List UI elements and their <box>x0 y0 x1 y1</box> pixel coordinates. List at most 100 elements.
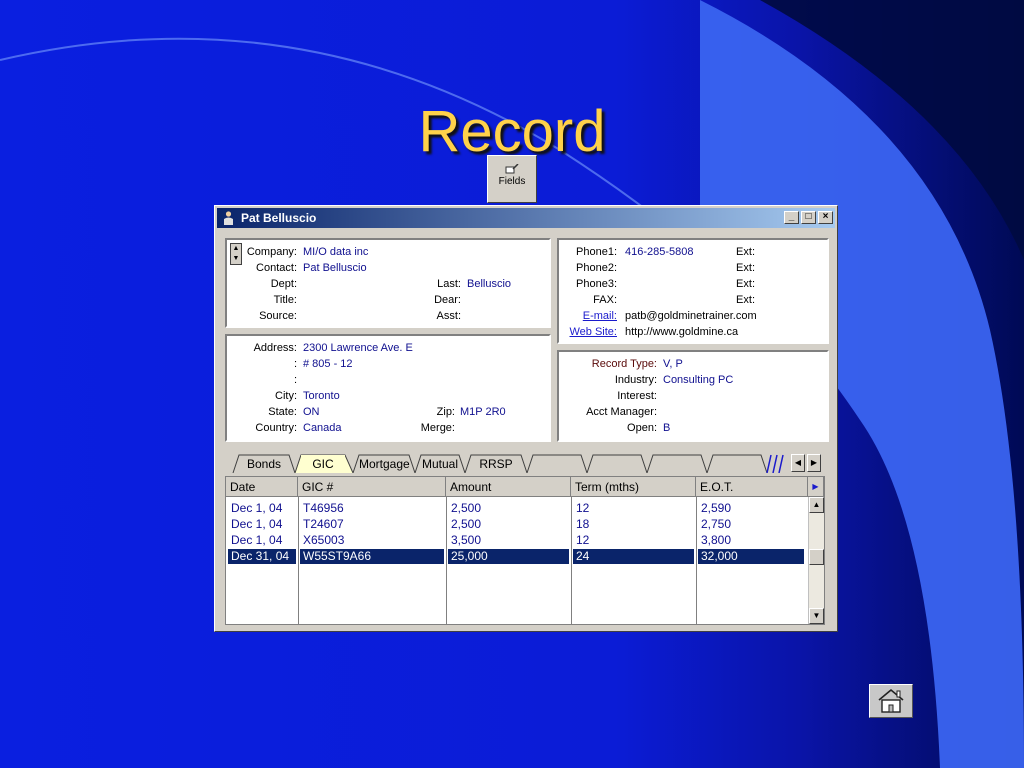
table-cell[interactable]: 18 <box>573 517 694 532</box>
column-divider <box>298 497 299 624</box>
tab-mutual[interactable]: Mutual <box>421 455 459 473</box>
table-cell[interactable]: 3,500 <box>448 533 569 548</box>
window-titlebar[interactable]: Pat Belluscio _ □ × <box>217 208 835 228</box>
table-cell[interactable]: 2,750 <box>698 517 804 532</box>
ext1-label: Ext: <box>736 246 755 258</box>
asst-label: Asst: <box>436 310 461 322</box>
fax-label: FAX: <box>593 294 617 306</box>
contact-value[interactable]: Pat Belluscio <box>303 262 367 274</box>
record-type-value[interactable]: V, P <box>663 358 683 370</box>
website-link[interactable]: Web Site: <box>570 326 618 338</box>
fields-icon <box>505 164 519 174</box>
last-value[interactable]: Belluscio <box>467 278 511 290</box>
table-cell[interactable]: T46956 <box>300 501 444 516</box>
column-divider <box>571 497 572 624</box>
city-label: City: <box>275 390 297 402</box>
column-divider <box>446 497 447 624</box>
header-date[interactable]: Date <box>226 477 298 497</box>
table-cell[interactable]: 2,590 <box>698 501 804 516</box>
phone1-label: Phone1: <box>576 246 617 258</box>
industry-label: Industry: <box>614 374 657 386</box>
maximize-button[interactable]: □ <box>801 211 816 224</box>
phone2-label: Phone2: <box>576 262 617 274</box>
fields-button[interactable]: Fields <box>487 155 537 203</box>
company-value[interactable]: MI/O data inc <box>303 246 368 258</box>
address3-label: : <box>293 374 297 386</box>
scroll-up-icon[interactable]: ▲ <box>809 497 824 513</box>
record-type-label: Record Type: <box>591 358 657 370</box>
tab-rrsp[interactable]: RRSP <box>471 455 521 473</box>
table-cell[interactable]: 12 <box>573 501 694 516</box>
close-button[interactable]: × <box>818 211 833 224</box>
table-cell[interactable]: 24 <box>573 549 694 564</box>
table-cell[interactable]: 25,000 <box>448 549 569 564</box>
scroll-thumb[interactable] <box>809 549 824 565</box>
person-icon <box>224 211 233 225</box>
ext3-label: Ext: <box>736 278 755 290</box>
window-title: Pat Belluscio <box>241 211 317 225</box>
table-cell[interactable]: 12 <box>573 533 694 548</box>
company-label: Company: <box>246 246 297 258</box>
vertical-scrollbar[interactable]: ▲ ▼ <box>808 497 824 624</box>
home-icon <box>878 688 904 713</box>
table-cell[interactable]: T24607 <box>300 517 444 532</box>
header-gic-number[interactable]: GIC # <box>298 477 446 497</box>
table-cell[interactable]: 2,500 <box>448 517 569 532</box>
table-cell[interactable]: 2,500 <box>448 501 569 516</box>
address-panel: Address: 2300 Lawrence Ave. E : # 805 - … <box>225 334 551 442</box>
dept-label: Dept: <box>270 278 297 290</box>
tab-scroll-right-icon[interactable]: ▶ <box>807 454 821 472</box>
email-value[interactable]: patb@goldminetrainer.com <box>625 310 757 322</box>
ext4-label: Ext: <box>736 294 755 306</box>
home-button[interactable] <box>869 684 913 718</box>
table-cell[interactable]: X65003 <box>300 533 444 548</box>
contact-panel: ▲ ▼ Company: MI/O data inc Contact: Pat B… <box>225 238 551 328</box>
state-value[interactable]: ON <box>303 406 320 418</box>
header-scroll-right-icon[interactable]: ▶ <box>808 477 824 497</box>
title-label: Title: <box>273 294 297 306</box>
open-value[interactable]: B <box>663 422 670 434</box>
tab-scroll-left-icon[interactable]: ◀ <box>791 454 805 472</box>
table-cell[interactable]: Dec 1, 04 <box>228 501 296 516</box>
address2-label: : <box>293 358 297 370</box>
minimize-button[interactable]: _ <box>784 211 799 224</box>
address-label: Address: <box>253 342 297 354</box>
country-value[interactable]: Canada <box>303 422 342 434</box>
merge-label: Merge: <box>420 422 455 434</box>
address1-value[interactable]: 2300 Lawrence Ave. E <box>303 342 413 354</box>
zip-value[interactable]: M1P 2R0 <box>460 406 506 418</box>
table-cell[interactable]: 3,800 <box>698 533 804 548</box>
header-term[interactable]: Term (mths) <box>571 477 696 497</box>
company-spinner[interactable]: ▲ ▼ <box>230 243 242 265</box>
tab-bonds[interactable]: Bonds <box>239 455 289 473</box>
tab-mortgage[interactable]: Mortgage <box>359 455 410 473</box>
interest-label: Interest: <box>617 390 657 402</box>
phone3-label: Phone3: <box>576 278 617 290</box>
tab-strip: Bonds GIC Mortgage Mutual RRSP <box>225 453 825 473</box>
table-cell[interactable]: 32,000 <box>698 549 804 564</box>
gic-table: Date GIC # Amount Term (mths) E.O.T. ▶ D… <box>225 476 825 625</box>
phone1-value[interactable]: 416-285-5808 <box>625 246 694 258</box>
open-label: Open: <box>627 422 657 434</box>
record-window: Pat Belluscio _ □ × ▲ ▼ Company: MI/O dat… <box>214 205 838 632</box>
email-link[interactable]: E-mail: <box>583 310 617 322</box>
header-amount[interactable]: Amount <box>446 477 571 497</box>
ext2-label: Ext: <box>736 262 755 274</box>
industry-value[interactable]: Consulting PC <box>663 374 733 386</box>
tab-gic[interactable]: GIC <box>301 455 345 473</box>
header-eot[interactable]: E.O.T. <box>696 477 808 497</box>
dear-label: Dear: <box>434 294 461 306</box>
manager-label: Acct Manager: <box>586 406 657 418</box>
address2-value[interactable]: # 805 - 12 <box>303 358 353 370</box>
table-cell[interactable]: W55ST9A66 <box>300 549 444 564</box>
phones-panel: Phone1: 416-285-5808 Ext: Phone2: Ext: P… <box>557 238 829 344</box>
fields-label: Fields <box>498 176 526 187</box>
table-cell[interactable]: Dec 1, 04 <box>228 517 296 532</box>
table-cell[interactable]: Dec 1, 04 <box>228 533 296 548</box>
city-value[interactable]: Toronto <box>303 390 340 402</box>
website-value[interactable]: http://www.goldmine.ca <box>625 326 738 338</box>
contact-label: Contact: <box>256 262 297 274</box>
table-cell[interactable]: Dec 31, 04 <box>228 549 296 564</box>
state-label: State: <box>268 406 297 418</box>
scroll-down-icon[interactable]: ▼ <box>809 608 824 624</box>
